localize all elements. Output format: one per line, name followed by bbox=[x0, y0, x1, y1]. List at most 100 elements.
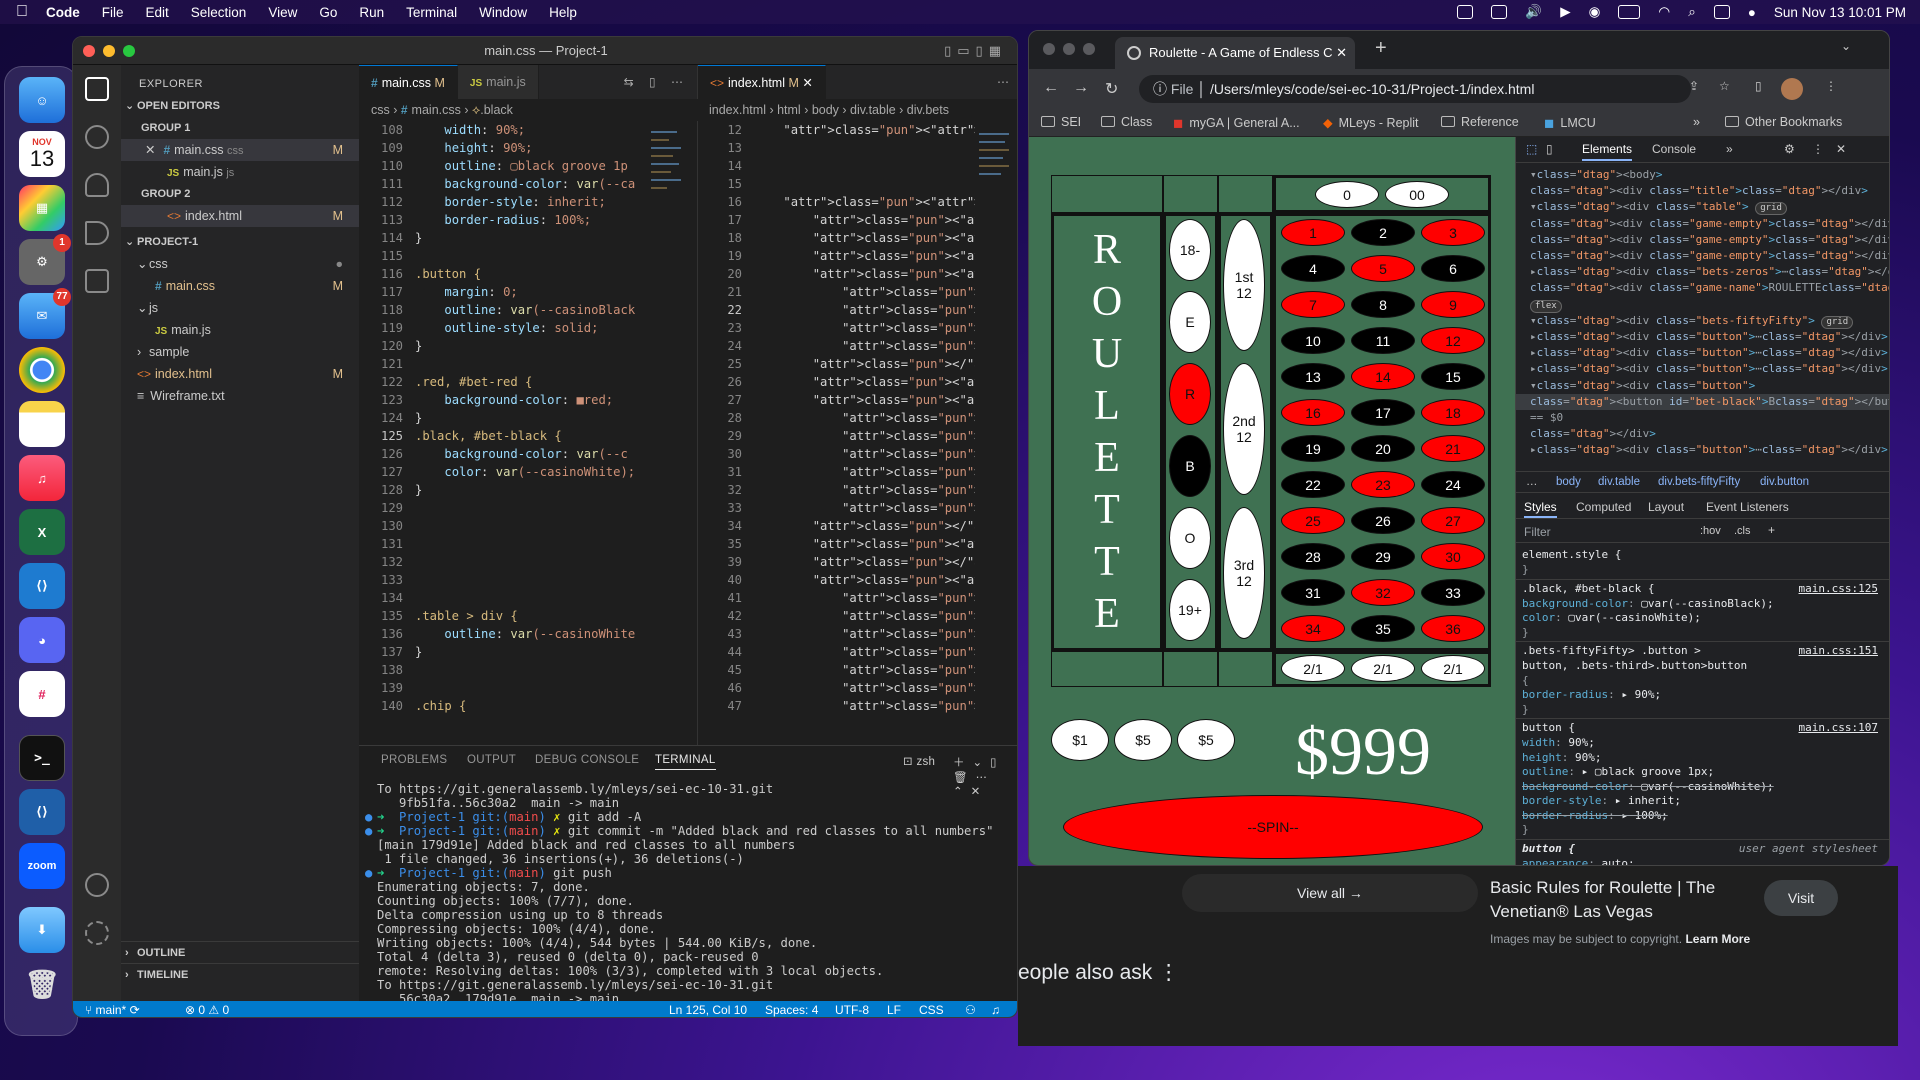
notes-icon[interactable] bbox=[19, 401, 65, 447]
number-bet-button[interactable]: 24 bbox=[1421, 471, 1485, 498]
styles-pane[interactable]: element.style {} .black, #bet-black {main… bbox=[1516, 545, 1889, 866]
devtools-tab-elements[interactable]: Elements bbox=[1582, 142, 1633, 161]
crumb-div-table[interactable]: div.table bbox=[1598, 476, 1640, 488]
chrome-icon[interactable] bbox=[19, 347, 65, 393]
dom-node[interactable]: ▸class="dtag"><div class="button">⋯class… bbox=[1530, 345, 1888, 361]
panel-tab-terminal[interactable]: TERMINAL bbox=[655, 754, 716, 770]
number-bet-button[interactable]: 32 bbox=[1351, 579, 1415, 606]
visit-button[interactable]: Visit bbox=[1764, 880, 1838, 916]
dozen-bet-button[interactable]: 1st 12 bbox=[1223, 219, 1265, 351]
number-bet-button[interactable]: 33 bbox=[1421, 579, 1485, 606]
downloads-icon[interactable]: ⬇ bbox=[19, 907, 65, 953]
dom-node[interactable]: class="dtag"><div class="title">class="d… bbox=[1530, 183, 1868, 199]
style-rule-source[interactable]: main.css:125 bbox=[1799, 581, 1878, 597]
html-editor[interactable]: 12 "attr">class="pun"><"attr">class="tag… bbox=[697, 121, 977, 745]
project-section[interactable]: ⌄ PROJECT-1 bbox=[121, 231, 359, 253]
maximize-icon[interactable] bbox=[1083, 43, 1095, 55]
close-icon[interactable] bbox=[1043, 43, 1055, 55]
number-bet-button[interactable]: 27 bbox=[1421, 507, 1485, 534]
tab-index-html[interactable]: <> index.html M ✕ bbox=[698, 65, 826, 99]
chip-button[interactable]: $5 bbox=[1177, 719, 1235, 761]
fifty-bet-button[interactable]: B bbox=[1169, 435, 1211, 497]
number-bet-button[interactable]: 28 bbox=[1281, 543, 1345, 570]
menu-app-name[interactable]: Code bbox=[46, 5, 80, 20]
number-bet-button[interactable]: 16 bbox=[1281, 399, 1345, 426]
number-bet-button[interactable]: 17 bbox=[1351, 399, 1415, 426]
number-bet-button[interactable]: 22 bbox=[1281, 471, 1345, 498]
number-bet-button[interactable]: 4 bbox=[1281, 255, 1345, 282]
mail-icon[interactable]: ✉ 77 bbox=[19, 288, 71, 339]
fifty-bet-button[interactable]: E bbox=[1169, 291, 1211, 353]
event-listeners-tab[interactable]: Event Listeners bbox=[1706, 500, 1789, 514]
new-tab-icon[interactable]: + bbox=[1375, 37, 1387, 60]
number-bet-button[interactable]: 15 bbox=[1421, 363, 1485, 390]
dom-node[interactable]: ▾class="dtag"><body> bbox=[1530, 167, 1663, 183]
profile-avatar[interactable] bbox=[1781, 78, 1803, 100]
result-title[interactable]: Basic Rules for Roulette | The Venetian®… bbox=[1490, 876, 1730, 924]
number-bet-button[interactable]: 29 bbox=[1351, 543, 1415, 570]
fifty-bet-button[interactable]: 19+ bbox=[1169, 579, 1211, 641]
number-bet-button[interactable]: 12 bbox=[1421, 327, 1485, 354]
number-bet-button[interactable]: 8 bbox=[1351, 291, 1415, 318]
number-bet-button[interactable]: 1 bbox=[1281, 219, 1345, 246]
number-bet-button[interactable]: 35 bbox=[1351, 615, 1415, 642]
terminal-icon[interactable]: >_ bbox=[19, 735, 65, 781]
learn-more-link[interactable]: Learn More bbox=[1685, 932, 1750, 946]
panel-tab-output[interactable]: OUTPUT bbox=[467, 754, 516, 766]
number-bet-button[interactable]: 30 bbox=[1421, 543, 1485, 570]
search-icon[interactable]: ⌕ bbox=[1688, 4, 1696, 20]
feedback-icon[interactable]: ⚇ bbox=[965, 1001, 976, 1017]
dom-node[interactable]: ▸class="dtag"><div class="bets-zeros">⋯c… bbox=[1530, 264, 1889, 280]
menu-run[interactable]: Run bbox=[359, 5, 384, 20]
zero-bet-button[interactable]: 0 bbox=[1315, 181, 1379, 208]
devtools-tab-console[interactable]: Console bbox=[1652, 142, 1696, 156]
tree-file-main-js[interactable]: JS main.js bbox=[121, 319, 359, 341]
extensions-icon[interactable] bbox=[85, 269, 109, 293]
number-bet-button[interactable]: 31 bbox=[1281, 579, 1345, 606]
gear-icon[interactable] bbox=[85, 921, 109, 945]
line-endings[interactable]: LF bbox=[887, 1001, 901, 1017]
chrome-tab-active[interactable]: Roulette - A Game of Endless C ✕ bbox=[1115, 37, 1355, 69]
bookmark-star-icon[interactable]: ☆ bbox=[1719, 79, 1730, 93]
number-bet-button[interactable]: 5 bbox=[1351, 255, 1415, 282]
menu-view[interactable]: View bbox=[268, 5, 297, 20]
fifty-bet-button[interactable]: R bbox=[1169, 363, 1211, 425]
inspect-icon[interactable]: ⬚ bbox=[1526, 142, 1537, 156]
layout-tab[interactable]: Layout bbox=[1648, 500, 1684, 514]
panel-tab-problems[interactable]: PROBLEMS bbox=[381, 754, 447, 766]
column-bet-button[interactable]: 2/1 bbox=[1351, 655, 1415, 682]
number-bet-button[interactable]: 14 bbox=[1351, 363, 1415, 390]
tree-folder-sample[interactable]: › sample bbox=[121, 341, 359, 363]
chip-button[interactable]: $1 bbox=[1051, 719, 1109, 761]
number-bet-button[interactable]: 21 bbox=[1421, 435, 1485, 462]
dom-node[interactable]: class="dtag"><div class="game-name">ROUL… bbox=[1530, 280, 1889, 296]
panel-tab-debug-console[interactable]: DEBUG CONSOLE bbox=[535, 754, 639, 766]
style-declaration[interactable]: border-radius: ▸ 100%; bbox=[1522, 808, 1668, 824]
view-all-button[interactable]: View all → bbox=[1182, 874, 1478, 912]
dom-node[interactable]: class="dtag"><div class="game-empty">cla… bbox=[1530, 232, 1889, 248]
other-bookmarks[interactable]: Other Bookmarks bbox=[1725, 115, 1842, 129]
new-rule-icon[interactable]: + bbox=[1768, 523, 1775, 537]
tab-search-icon[interactable]: ⌄ bbox=[1841, 39, 1851, 53]
timeline-section[interactable]: › TIMELINE bbox=[121, 963, 359, 985]
play-icon[interactable]: ▶ bbox=[1560, 4, 1570, 20]
bookmark-lmcu[interactable]: ◼ LMCU bbox=[1544, 115, 1596, 130]
tab-main-css[interactable]: # main.css M bbox=[359, 65, 458, 99]
number-bet-button[interactable]: 11 bbox=[1351, 327, 1415, 354]
number-bet-button[interactable]: 6 bbox=[1421, 255, 1485, 282]
terminal-actions-icon[interactable]: ＋⌄▯🗑⋯⌃✕ bbox=[953, 754, 1017, 798]
menu-window[interactable]: Window bbox=[479, 5, 527, 20]
style-declaration[interactable]: appearance: auto; bbox=[1522, 856, 1635, 866]
cursor-position[interactable]: Ln 125, Col 10 bbox=[669, 1001, 747, 1017]
volume-icon[interactable]: 🔊 bbox=[1525, 4, 1542, 20]
problems-indicator[interactable]: ⊗ 0 ⚠ 0 bbox=[185, 1001, 229, 1017]
run-debug-icon[interactable] bbox=[85, 221, 109, 245]
layout-icons[interactable]: ▯▭▯▦ bbox=[944, 37, 1007, 65]
menu-help[interactable]: Help bbox=[549, 5, 577, 20]
battery-icon[interactable] bbox=[1618, 5, 1641, 19]
discord-icon[interactable]: ◕ bbox=[19, 617, 65, 663]
outline-section[interactable]: › OUTLINE bbox=[121, 941, 359, 963]
style-rule-source[interactable]: main.css:151 bbox=[1799, 643, 1878, 659]
style-rule-selector[interactable]: element.style { bbox=[1522, 547, 1884, 563]
slack-icon[interactable]: # bbox=[19, 671, 65, 717]
